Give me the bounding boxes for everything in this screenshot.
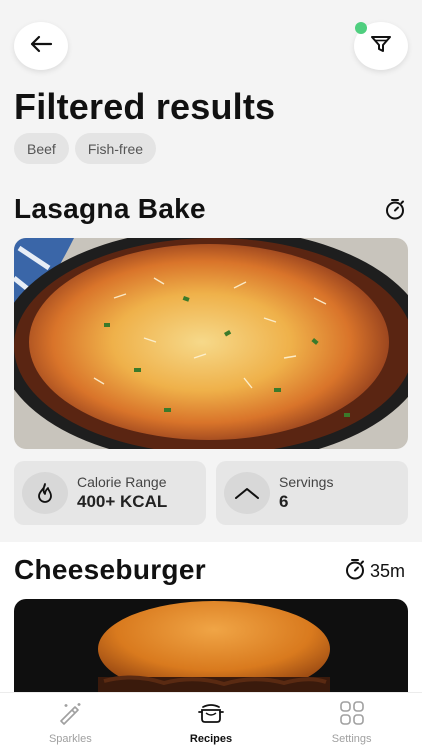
stopwatch-icon (344, 558, 366, 585)
filter-chip-fish-free[interactable]: Fish-free (74, 133, 157, 164)
tab-label: Sparkles (48, 733, 92, 745)
stopwatch-icon (384, 198, 406, 225)
servings-value: 6 (279, 492, 289, 511)
calorie-stat: Calorie Range 400+ KCAL (14, 461, 206, 525)
recipe-time: 35m (370, 561, 406, 581)
servings-stat: Servings 6 (216, 461, 408, 525)
calorie-label: Calorie Range (77, 474, 167, 490)
recipe-photo[interactable] (14, 238, 408, 449)
servings-label: Servings (279, 474, 334, 490)
tab-label: Recipes (189, 733, 233, 745)
calorie-value: 400+ KCAL (77, 492, 168, 511)
filter-chip-beef[interactable]: Beef (14, 133, 69, 164)
recipe-timer (384, 198, 410, 225)
flame-icon (22, 472, 68, 514)
tab-label: Settings (331, 733, 372, 745)
tab-settings[interactable]: Settings (281, 693, 422, 750)
tab-bar: Sparkles Recipes Settings (0, 692, 422, 750)
recipe-title[interactable]: Lasagna Bake (14, 193, 206, 225)
page-title: Filtered results (14, 86, 276, 127)
magic-wand-icon (57, 701, 83, 730)
back-button[interactable] (14, 22, 68, 70)
arrow-left-icon (29, 35, 53, 58)
tab-sparkles[interactable]: Sparkles (0, 693, 141, 750)
grid-icon (339, 701, 365, 730)
recipe-title[interactable]: Cheeseburger (14, 554, 206, 586)
filter-active-dot (355, 22, 367, 34)
recipe-timer: 35m (344, 558, 405, 585)
tab-recipes[interactable]: Recipes (141, 693, 282, 750)
filter-chips: Beef Fish-free (14, 133, 157, 164)
recipe-photo[interactable] (14, 599, 408, 694)
funnel-icon (370, 34, 392, 59)
chevron-up-icon (224, 472, 270, 514)
pot-icon (197, 701, 225, 730)
